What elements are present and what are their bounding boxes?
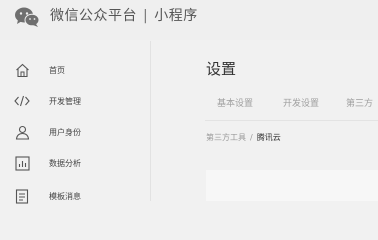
sidebar-item-label: 开发管理	[49, 96, 81, 106]
content-panel	[206, 170, 378, 201]
breadcrumb-separator: /	[250, 133, 253, 142]
chart-icon	[14, 155, 30, 171]
sidebar-item-label: 模板消息	[49, 191, 81, 201]
header-brand: 微信公众平台 | 小程序	[50, 5, 198, 25]
product-name: 小程序	[154, 8, 198, 24]
sidebar-item-label: 首页	[49, 65, 65, 75]
sidebar-item-home[interactable]: 首页	[0, 60, 150, 80]
breadcrumb-parent[interactable]: 第三方工具	[206, 133, 246, 142]
wechat-logo-icon[interactable]	[14, 5, 40, 29]
code-icon	[14, 93, 30, 109]
settings-tabs: 基本设置 开发设置 第三方	[205, 92, 378, 121]
tab-third-party[interactable]: 第三方	[346, 96, 373, 109]
sidebar-item-dev-management[interactable]: 开发管理	[0, 91, 150, 111]
sidebar-item-template-messages[interactable]: 模板消息	[0, 186, 150, 206]
user-icon	[14, 124, 30, 140]
tab-basic-settings[interactable]: 基本设置	[217, 96, 253, 109]
brand-name[interactable]: 微信公众平台	[50, 8, 137, 24]
sidebar-item-label: 数据分析	[49, 158, 81, 168]
document-icon	[14, 188, 30, 204]
breadcrumb: 第三方工具 / 腾讯云	[206, 132, 281, 143]
top-header: 微信公众平台 | 小程序	[0, 0, 378, 40]
home-icon	[14, 62, 30, 78]
tab-dev-settings[interactable]: 开发设置	[283, 96, 319, 109]
page-title: 设置	[206, 60, 237, 78]
sidebar-item-user-identity[interactable]: 用户身份	[0, 122, 150, 142]
sidebar: 首页 开发管理 用户身份 数据分析 模板消息	[0, 41, 151, 204]
sidebar-item-label: 用户身份	[49, 127, 81, 137]
brand-separator: |	[143, 8, 149, 24]
breadcrumb-current: 腾讯云	[256, 133, 281, 142]
sidebar-item-data-analysis[interactable]: 数据分析	[0, 153, 150, 173]
